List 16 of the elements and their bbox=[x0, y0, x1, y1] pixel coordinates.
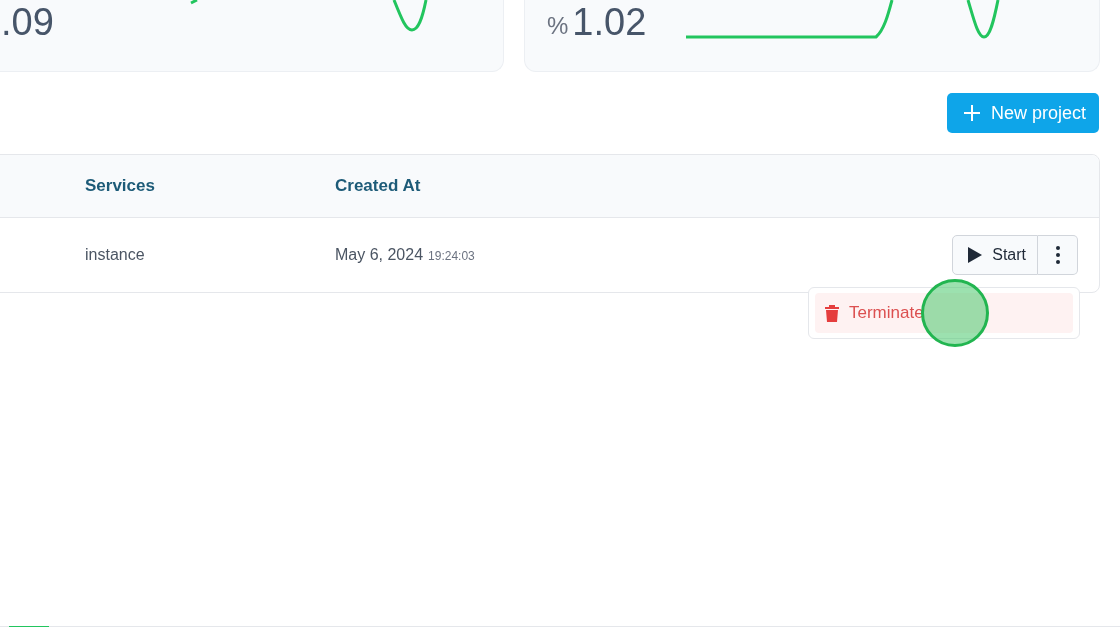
play-icon bbox=[968, 247, 983, 263]
created-date: May 6, 2024 bbox=[335, 246, 424, 264]
start-button[interactable]: Start bbox=[952, 235, 1038, 275]
trash-icon bbox=[825, 304, 839, 322]
stat-value: 1.02 bbox=[572, 0, 647, 44]
stat-unit: % bbox=[547, 11, 569, 41]
more-button[interactable] bbox=[1038, 235, 1078, 275]
created-time: 19:24:03 bbox=[428, 249, 475, 263]
table-cell-text: instance bbox=[85, 246, 146, 264]
column-header: Services bbox=[85, 176, 156, 196]
new-project-button[interactable]: New project bbox=[946, 93, 1099, 133]
more-icon bbox=[1055, 246, 1060, 264]
column-header: Created At bbox=[335, 176, 422, 196]
plus-icon bbox=[962, 104, 981, 122]
tab-indicator bbox=[9, 626, 49, 627]
stat-value: .09 bbox=[1, 0, 54, 44]
